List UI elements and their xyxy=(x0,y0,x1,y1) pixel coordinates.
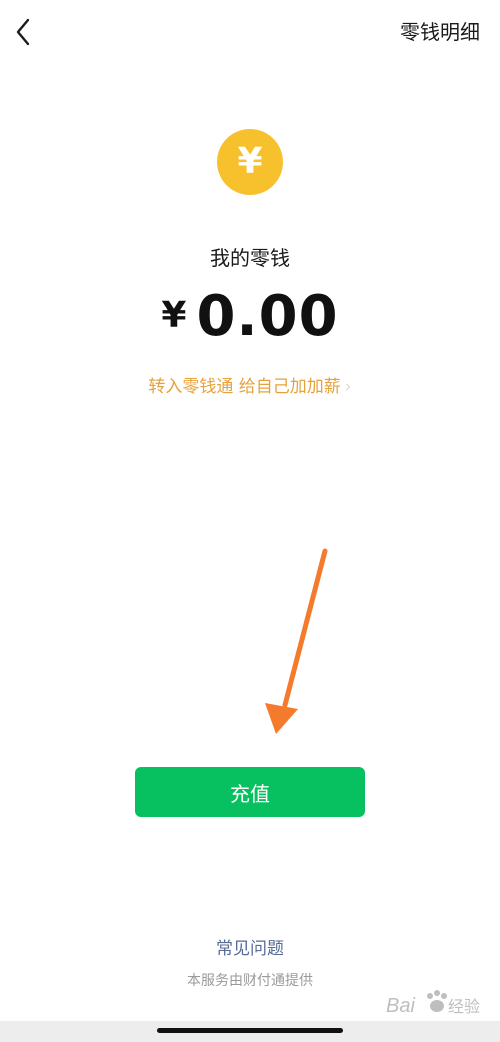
back-button[interactable] xyxy=(10,14,40,50)
svg-text:经验: 经验 xyxy=(448,998,480,1016)
promo-text: 转入零钱通 给自己加加薪 xyxy=(148,377,341,397)
baidu-jingyan-watermark: Bai 经验 xyxy=(386,990,480,1017)
currency-symbol: ¥ xyxy=(161,295,187,336)
chevron-right-icon: › xyxy=(344,377,352,397)
recharge-button[interactable]: 充值 xyxy=(135,767,365,817)
faq-link[interactable]: 常见问题 xyxy=(0,936,500,962)
lingqiantong-promo-link[interactable]: 转入零钱通 给自己加加薪 › xyxy=(0,374,500,400)
yuan-coin-icon: ¥ xyxy=(217,129,283,195)
wallet-change-page: 零钱明细 ¥ 我的零钱 ¥0.00 转入零钱通 给自己加加薪 › 充值 常见问题 … xyxy=(0,0,500,1042)
chevron-left-icon xyxy=(16,18,30,46)
balance-amount: ¥0.00 xyxy=(0,282,500,364)
recharge-label: 充值 xyxy=(230,781,270,806)
svg-text:Bai: Bai xyxy=(386,995,415,1017)
change-details-link[interactable]: 零钱明细 xyxy=(400,18,480,46)
balance-label: 我的零钱 xyxy=(210,246,290,270)
home-indicator[interactable] xyxy=(157,1028,343,1033)
coin-symbol: ¥ xyxy=(237,141,263,182)
balance-value: 0.00 xyxy=(196,284,339,349)
